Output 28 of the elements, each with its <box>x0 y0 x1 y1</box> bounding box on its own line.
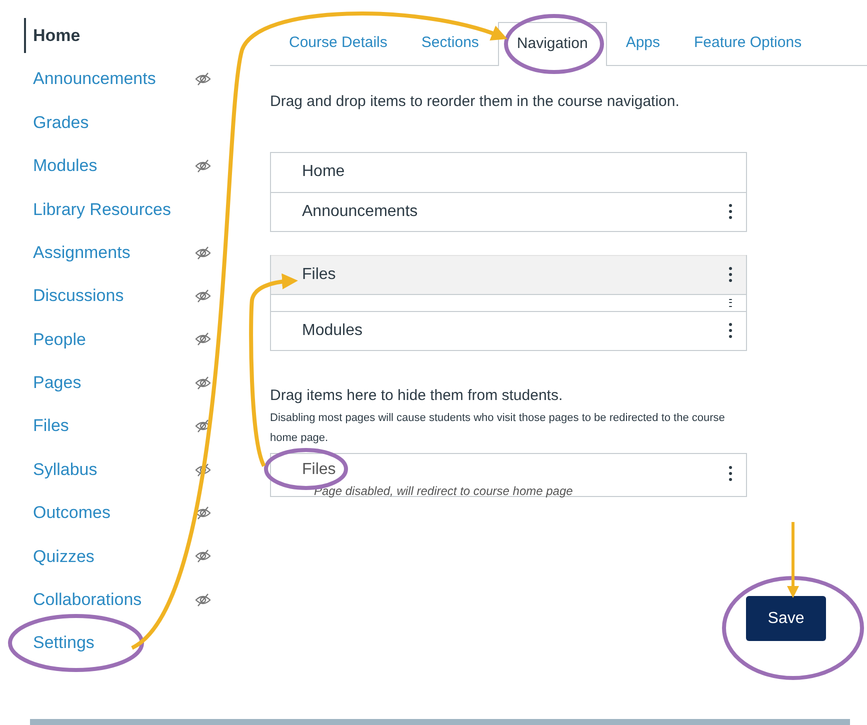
settings-tab[interactable]: Feature Options <box>677 21 819 65</box>
more-options-icon[interactable] <box>729 466 732 481</box>
sidebar-link[interactable]: People <box>24 326 86 352</box>
more-options-icon[interactable] <box>729 267 732 282</box>
sidebar-link[interactable]: Quizzes <box>24 544 94 570</box>
settings-tab[interactable]: Course Details <box>272 21 404 65</box>
sidebar-link[interactable]: Settings <box>24 630 94 656</box>
instruction-text: Drag and drop items to reorder them in the course navigation. <box>270 92 680 112</box>
sidebar-link[interactable]: Discussions <box>24 283 124 309</box>
sidebar-link[interactable]: Grades <box>24 110 89 136</box>
note-text: Disabling most pages will cause students who visit those pages to be redirected to the course home page. <box>270 411 726 446</box>
sidebar-link[interactable]: Collaborations <box>24 587 142 613</box>
settings-tab[interactable]: Apps <box>608 21 678 65</box>
nav-row[interactable]: Files <box>271 254 746 294</box>
sidebar-link[interactable]: Modules <box>24 153 98 179</box>
settings-tab[interactable]: Sections <box>404 21 496 65</box>
more-options-icon[interactable] <box>729 204 732 219</box>
sidebar-link[interactable]: Home <box>24 18 80 54</box>
sidebar-link[interactable]: Pages <box>24 370 82 396</box>
sidebar-link[interactable]: Announcements <box>24 66 156 92</box>
sidebar-link[interactable]: Files <box>24 413 69 439</box>
sidebar-link[interactable]: Syllabus <box>24 456 98 482</box>
sidebar-link[interactable]: Outcomes <box>24 500 110 526</box>
save-button[interactable]: Save <box>746 596 826 641</box>
instruction-text: Drag items here to hide them from students. <box>270 386 564 406</box>
more-options-icon[interactable] <box>729 323 732 338</box>
sidebar-link[interactable]: Assignments <box>24 240 130 266</box>
sidebar-link[interactable]: Library Resources <box>24 196 171 222</box>
